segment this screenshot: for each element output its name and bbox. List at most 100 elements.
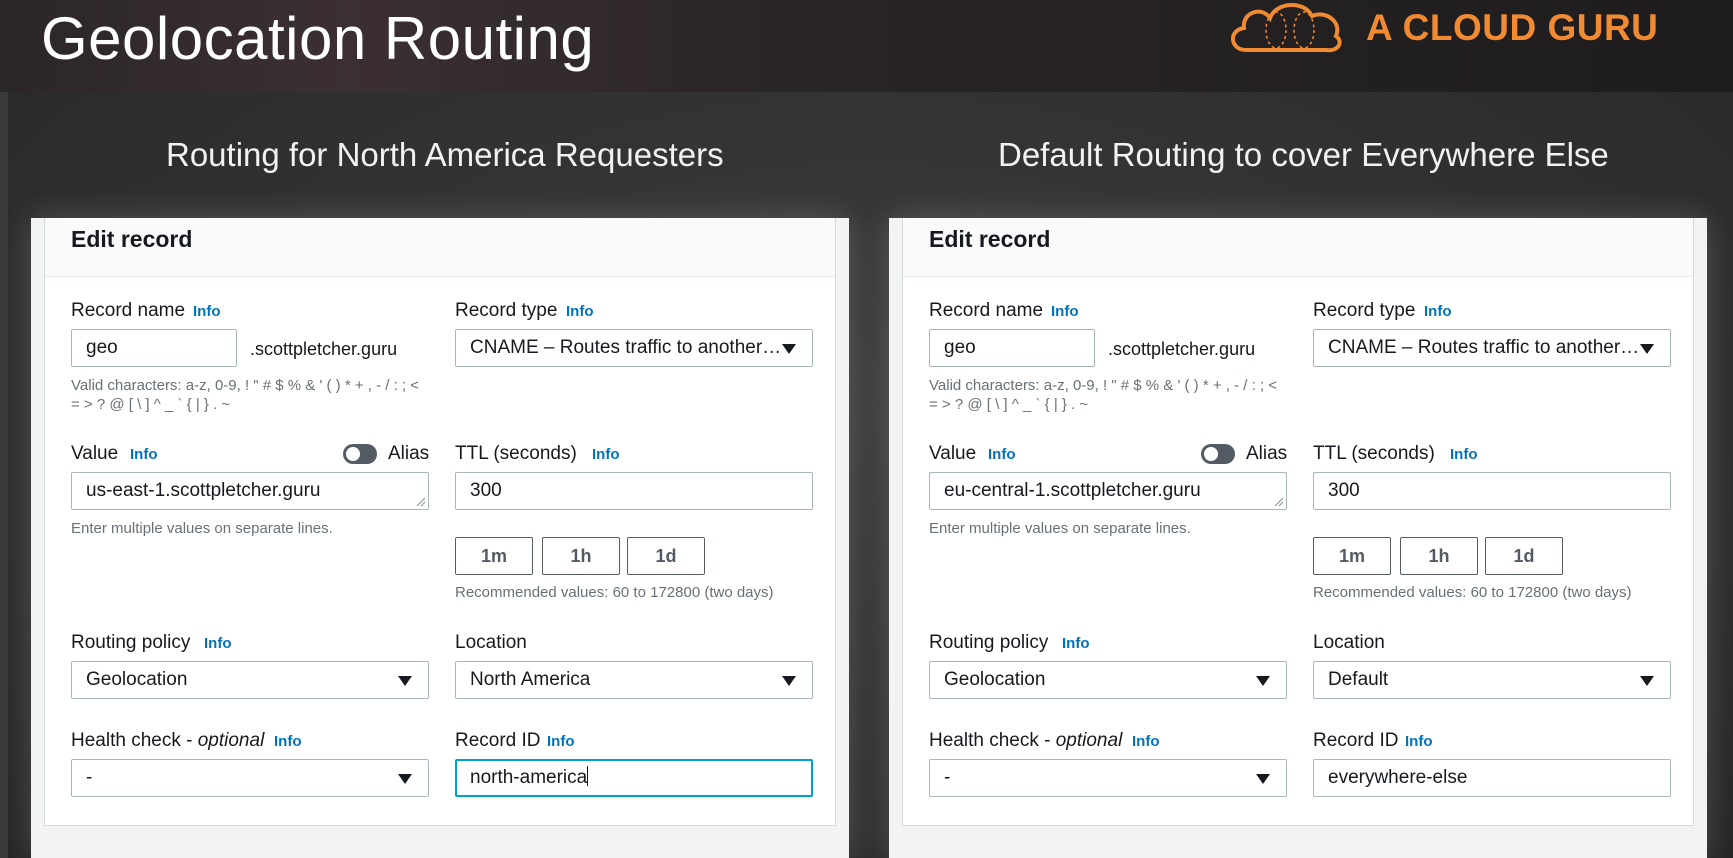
ttl-recommended-help: Recommended values: 60 to 172800 (two da… bbox=[1313, 584, 1632, 601]
resize-grip-icon[interactable] bbox=[417, 498, 425, 506]
health-check-label-text: Health check - bbox=[71, 730, 198, 751]
health-check-optional-text: optional bbox=[1055, 730, 1123, 751]
health-check-info-link[interactable]: Info bbox=[1132, 733, 1160, 750]
record-type-value: CNAME – Routes traffic to another… bbox=[1328, 337, 1640, 358]
ttl-1h-button[interactable]: 1h bbox=[1400, 537, 1478, 575]
edit-record-card: Edit record Record name Info geo .scottp… bbox=[902, 218, 1694, 826]
alias-toggle[interactable] bbox=[343, 444, 377, 464]
resize-grip-icon[interactable] bbox=[1275, 498, 1283, 506]
record-id-info-link[interactable]: Info bbox=[1405, 733, 1433, 750]
edit-record-panel-default: Edit record Record name Info geo .scottp… bbox=[889, 218, 1707, 858]
ttl-info-link[interactable]: Info bbox=[592, 446, 620, 463]
record-name-input[interactable]: geo bbox=[71, 329, 237, 367]
slide-title: Geolocation Routing bbox=[41, 5, 595, 72]
alias-toggle[interactable] bbox=[1201, 444, 1235, 464]
chevron-down-icon bbox=[398, 676, 412, 686]
valid-characters-help: Valid characters: a-z, 0-9, ! " # $ % & … bbox=[71, 377, 420, 413]
value-textarea[interactable]: eu-central-1.scottpletcher.guru bbox=[929, 472, 1287, 510]
ttl-label: TTL (seconds) bbox=[455, 443, 577, 464]
location-select[interactable]: North America bbox=[455, 661, 813, 699]
routing-policy-info-link[interactable]: Info bbox=[1062, 635, 1090, 652]
panel-heading-north-america: Routing for North America Requesters bbox=[166, 136, 724, 173]
ttl-1m-button[interactable]: 1m bbox=[1313, 537, 1391, 575]
record-id-value: north-america bbox=[470, 767, 588, 788]
panel-heading-default: Default Routing to cover Everywhere Else bbox=[998, 136, 1609, 173]
value-help: Enter multiple values on separate lines. bbox=[71, 520, 333, 537]
routing-policy-info-link[interactable]: Info bbox=[204, 635, 232, 652]
value-label: Value bbox=[71, 443, 119, 464]
panel-header: Edit record bbox=[45, 218, 835, 277]
record-type-select[interactable]: CNAME – Routes traffic to another… bbox=[1313, 329, 1671, 367]
value-text: us-east-1.scottpletcher.guru bbox=[86, 480, 321, 501]
record-name-label: Record name bbox=[929, 300, 1044, 321]
value-info-link[interactable]: Info bbox=[988, 446, 1016, 463]
ttl-1d-button[interactable]: 1d bbox=[627, 537, 705, 575]
health-check-label-text: Health check - bbox=[929, 730, 1056, 751]
ttl-info-link[interactable]: Info bbox=[1450, 446, 1478, 463]
record-id-input[interactable]: north-america bbox=[455, 759, 813, 797]
ttl-input[interactable]: 300 bbox=[455, 472, 813, 510]
value-info-link[interactable]: Info bbox=[130, 446, 158, 463]
ttl-1h-button[interactable]: 1h bbox=[542, 537, 620, 575]
health-check-label: Health check - optional bbox=[929, 730, 1122, 752]
edit-record-title: Edit record bbox=[71, 226, 193, 252]
routing-policy-label: Routing policy bbox=[929, 632, 1049, 653]
location-label: Location bbox=[455, 632, 527, 653]
edit-record-title: Edit record bbox=[929, 226, 1051, 252]
health-check-label: Health check - optional bbox=[71, 730, 264, 752]
domain-suffix: .scottpletcher.guru bbox=[1108, 339, 1256, 359]
text-cursor bbox=[587, 766, 589, 786]
toggle-knob-icon bbox=[1204, 447, 1218, 461]
chevron-down-icon bbox=[1640, 344, 1654, 354]
routing-policy-select[interactable]: Geolocation bbox=[929, 661, 1287, 699]
ttl-recommended-help: Recommended values: 60 to 172800 (two da… bbox=[455, 584, 774, 601]
record-name-label: Record name bbox=[71, 300, 186, 321]
health-check-info-link[interactable]: Info bbox=[274, 733, 302, 750]
value-textarea[interactable]: us-east-1.scottpletcher.guru bbox=[71, 472, 429, 510]
valid-characters-help: Valid characters: a-z, 0-9, ! " # $ % & … bbox=[929, 377, 1278, 413]
record-type-label: Record type bbox=[1313, 300, 1416, 321]
edit-record-panel-north-america: Edit record Record name Info geo .scottp… bbox=[31, 218, 849, 858]
record-id-label: Record ID bbox=[1313, 730, 1399, 751]
health-check-optional-text: optional bbox=[197, 730, 265, 751]
record-type-select[interactable]: CNAME – Routes traffic to another… bbox=[455, 329, 813, 367]
edit-record-card: Edit record Record name Info geo .scottp… bbox=[44, 218, 836, 826]
value-label: Value bbox=[929, 443, 977, 464]
routing-policy-select[interactable]: Geolocation bbox=[71, 661, 429, 699]
value-help: Enter multiple values on separate lines. bbox=[929, 520, 1191, 537]
ttl-1d-button[interactable]: 1d bbox=[1485, 537, 1563, 575]
record-id-input[interactable]: everywhere-else bbox=[1313, 759, 1671, 797]
record-name-info-link[interactable]: Info bbox=[193, 303, 221, 320]
record-type-value: CNAME – Routes traffic to another… bbox=[470, 337, 782, 358]
panel-header: Edit record bbox=[903, 218, 1693, 277]
chevron-down-icon bbox=[782, 344, 796, 354]
value-text: eu-central-1.scottpletcher.guru bbox=[944, 480, 1201, 501]
cloud-logo-icon bbox=[1231, 3, 1342, 53]
ttl-input[interactable]: 300 bbox=[1313, 472, 1671, 510]
brand-logo: A CLOUD GURU bbox=[1226, 0, 1658, 56]
record-name-info-link[interactable]: Info bbox=[1051, 303, 1079, 320]
health-check-value: - bbox=[944, 767, 951, 788]
chevron-down-icon bbox=[1640, 676, 1654, 686]
domain-suffix: .scottpletcher.guru bbox=[250, 339, 398, 359]
record-type-info-link[interactable]: Info bbox=[566, 303, 594, 320]
record-id-info-link[interactable]: Info bbox=[547, 733, 575, 750]
location-value: Default bbox=[1328, 669, 1389, 690]
location-select[interactable]: Default bbox=[1313, 661, 1671, 699]
chevron-down-icon bbox=[1256, 774, 1270, 784]
chevron-down-icon bbox=[782, 676, 796, 686]
chevron-down-icon bbox=[1256, 676, 1270, 686]
toggle-knob-icon bbox=[346, 447, 360, 461]
location-label: Location bbox=[1313, 632, 1385, 653]
record-id-label: Record ID bbox=[455, 730, 541, 751]
record-name-input[interactable]: geo bbox=[929, 329, 1095, 367]
health-check-select[interactable]: - bbox=[71, 759, 429, 797]
record-type-info-link[interactable]: Info bbox=[1424, 303, 1452, 320]
alias-label: Alias bbox=[1246, 443, 1288, 464]
chevron-down-icon bbox=[398, 774, 412, 784]
health-check-value: - bbox=[86, 767, 93, 788]
ttl-1m-button[interactable]: 1m bbox=[455, 537, 533, 575]
health-check-select[interactable]: - bbox=[929, 759, 1287, 797]
location-value: North America bbox=[470, 669, 591, 690]
record-type-label: Record type bbox=[455, 300, 558, 321]
